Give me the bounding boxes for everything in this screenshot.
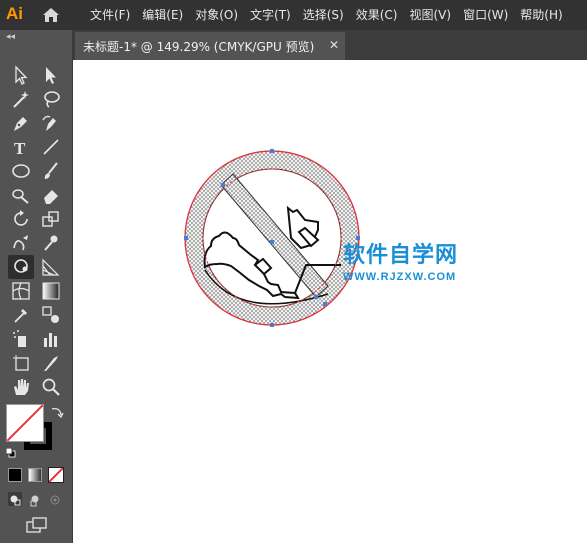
- draw-inside-icon[interactable]: [48, 492, 62, 506]
- menu-help[interactable]: 帮助(H): [514, 0, 568, 30]
- watermark-cn-text: 软件自学网: [343, 243, 459, 268]
- menu-object[interactable]: 对象(O): [189, 0, 244, 30]
- draw-normal-icon[interactable]: [8, 492, 22, 506]
- lasso-tool-icon[interactable]: [40, 88, 62, 110]
- menu-effect[interactable]: 效果(C): [350, 0, 404, 30]
- app-logo: Ai: [6, 4, 23, 23]
- warp-tool-icon[interactable]: [10, 232, 32, 254]
- default-fill-stroke-icon[interactable]: [5, 443, 16, 458]
- draw-behind-icon[interactable]: [28, 492, 42, 507]
- menu-select[interactable]: 选择(S): [297, 0, 350, 30]
- slice-tool-icon[interactable]: [40, 352, 62, 374]
- svg-text:T: T: [14, 139, 26, 158]
- hand-tool-icon[interactable]: [10, 376, 32, 398]
- toolbox: ◂◂ T: [0, 30, 73, 543]
- paintbrush-tool-icon[interactable]: [40, 160, 62, 182]
- collapse-panel-icon[interactable]: ◂◂: [6, 32, 15, 42]
- mesh-tool-icon[interactable]: [10, 280, 32, 302]
- menu-bar: Ai 文件(F) 编辑(E) 对象(O) 文字(T) 选择(S) 效果(C) 视…: [0, 0, 587, 30]
- magic-wand-tool-icon[interactable]: [10, 88, 32, 110]
- home-icon[interactable]: [42, 6, 60, 24]
- perspective-grid-tool-icon[interactable]: [40, 256, 62, 278]
- screen-mode-icon[interactable]: [26, 517, 48, 533]
- scale-tool-icon[interactable]: [40, 208, 62, 230]
- fill-swatch-front[interactable]: [6, 404, 44, 442]
- symbol-sprayer-tool-icon[interactable]: [10, 328, 32, 350]
- prohibition-sign-artwork[interactable]: [73, 60, 587, 543]
- color-mode-button[interactable]: [8, 468, 22, 482]
- column-graph-tool-icon[interactable]: [40, 328, 62, 350]
- curvature-tool-icon[interactable]: [40, 112, 62, 134]
- menu-type[interactable]: 文字(T): [244, 0, 297, 30]
- swap-fill-stroke-icon[interactable]: [50, 404, 64, 419]
- selection-tool-icon[interactable]: [10, 64, 32, 86]
- menu-window[interactable]: 窗口(W): [457, 0, 514, 30]
- menu-items: 文件(F) 编辑(E) 对象(O) 文字(T) 选择(S) 效果(C) 视图(V…: [84, 0, 569, 30]
- gradient-mode-button[interactable]: [28, 468, 42, 482]
- ellipse-tool-icon[interactable]: [10, 160, 32, 182]
- eraser-tool-icon[interactable]: [40, 184, 62, 206]
- menu-edit[interactable]: 编辑(E): [136, 0, 189, 30]
- menu-view[interactable]: 视图(V): [403, 0, 457, 30]
- none-mode-button[interactable]: [48, 467, 64, 483]
- watermark-url-text: WWW.RJZXW.COM: [343, 271, 457, 283]
- artboard-tool-icon[interactable]: [10, 352, 32, 374]
- close-tab-icon[interactable]: ✕: [329, 38, 339, 52]
- type-tool-icon[interactable]: T: [10, 136, 32, 158]
- lasso-tool-active-icon[interactable]: [8, 255, 34, 279]
- site-watermark: 软件自学网 WWW.RJZXW.COM: [343, 237, 493, 285]
- pen-tool-icon[interactable]: [10, 112, 32, 134]
- puppet-warp-tool-icon[interactable]: [40, 232, 62, 254]
- gradient-tool-icon[interactable]: [40, 280, 62, 302]
- direct-selection-tool-icon[interactable]: [40, 64, 62, 86]
- shaper-tool-icon[interactable]: [10, 184, 32, 206]
- line-segment-tool-icon[interactable]: [40, 136, 62, 158]
- menu-file[interactable]: 文件(F): [84, 0, 136, 30]
- document-tab-label: 未标题-1* @ 149.29% (CMYK/GPU 预览): [83, 39, 315, 54]
- document-tab-bar: 未标题-1* @ 149.29% (CMYK/GPU 预览) ✕: [73, 30, 587, 60]
- document-tab[interactable]: 未标题-1* @ 149.29% (CMYK/GPU 预览) ✕: [75, 32, 345, 60]
- rotate-tool-icon[interactable]: [10, 208, 32, 230]
- zoom-tool-icon[interactable]: [40, 376, 62, 398]
- artboard-canvas[interactable]: 软件自学网 WWW.RJZXW.COM: [73, 60, 587, 543]
- blend-tool-icon[interactable]: [40, 304, 62, 326]
- eyedropper-tool-icon[interactable]: [10, 304, 32, 326]
